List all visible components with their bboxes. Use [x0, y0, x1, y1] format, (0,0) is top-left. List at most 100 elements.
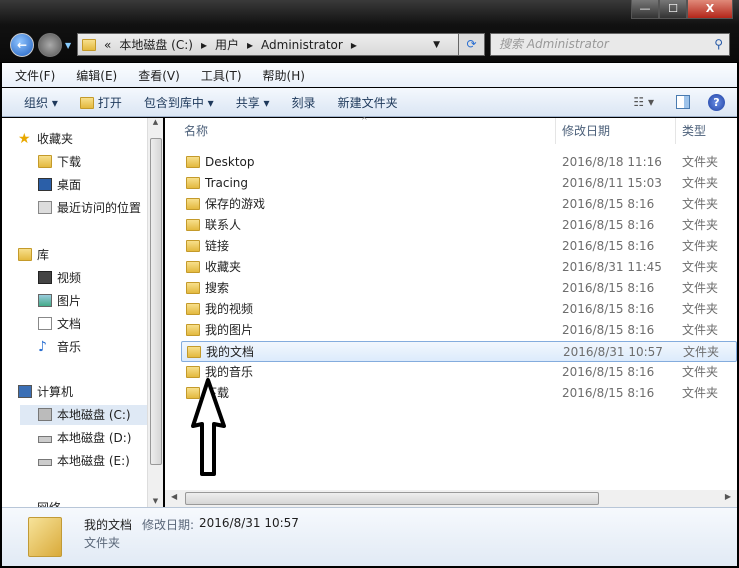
file-row[interactable]: 搜索 2016/8/15 8:16 文件夹: [181, 278, 737, 299]
scroll-up-icon[interactable]: ▲: [148, 118, 163, 126]
scroll-right-icon[interactable]: ▶: [725, 492, 731, 501]
column-divider[interactable]: [555, 118, 556, 144]
column-divider[interactable]: [675, 118, 676, 144]
file-row[interactable]: 下载 2016/8/15 8:16 文件夹: [181, 383, 737, 404]
maximize-button[interactable]: ☐: [659, 0, 687, 19]
nav-pictures[interactable]: 图片: [38, 291, 81, 311]
details-pane: 我的文档 修改日期: 2016/8/31 10:57 文件夹: [2, 507, 737, 566]
nav-downloads[interactable]: 下载: [38, 152, 81, 172]
file-type: 文件夹: [682, 176, 719, 190]
file-row[interactable]: 联系人 2016/8/15 8:16 文件夹: [181, 215, 737, 236]
nav-label: 计算机: [37, 385, 74, 399]
refresh-button[interactable]: ⟳: [458, 33, 485, 56]
horizontal-scrollbar[interactable]: ◀ ▶: [165, 490, 737, 507]
preview-pane-icon[interactable]: [676, 95, 690, 109]
column-type[interactable]: 类型: [682, 118, 706, 144]
forward-button[interactable]: [38, 33, 62, 57]
breadcrumb-c-drive[interactable]: 本地磁盘 (C:): [119, 36, 193, 53]
music-icon: ♪: [38, 339, 47, 355]
column-name[interactable]: 名称: [184, 118, 208, 144]
file-type: 文件夹: [682, 239, 719, 253]
folder-icon: [28, 517, 62, 557]
menu-view[interactable]: 查看(V): [138, 67, 180, 84]
breadcrumb-overflow[interactable]: «: [104, 38, 111, 52]
organize-button[interactable]: 组织 ▾: [24, 94, 58, 111]
nav-label: 桌面: [57, 178, 82, 192]
close-button[interactable]: X: [687, 0, 733, 19]
open-icon: [79, 97, 94, 109]
nav-recent[interactable]: 最近访问的位置: [38, 198, 141, 218]
back-button[interactable]: ←: [10, 33, 34, 57]
file-row[interactable]: 链接 2016/8/15 8:16 文件夹: [181, 236, 737, 257]
nav-favorites[interactable]: ★ 收藏夹: [18, 129, 74, 149]
history-dropdown-icon[interactable]: ▼: [65, 41, 71, 50]
address-bar[interactable]: « 本地磁盘 (C:) ▸ 用户 ▸ Administrator ▸ ▼: [77, 33, 485, 56]
file-type: 文件夹: [682, 281, 719, 295]
folder-icon: [186, 261, 200, 273]
share-button[interactable]: 共享 ▾: [236, 94, 270, 111]
nav-libraries[interactable]: 库: [18, 245, 49, 265]
file-row[interactable]: 收藏夹 2016/8/31 11:45 文件夹: [181, 257, 737, 278]
nav-scrollbar[interactable]: ▲ ▼: [147, 118, 163, 507]
file-row[interactable]: 保存的游戏 2016/8/15 8:16 文件夹: [181, 194, 737, 215]
nav-label: 文档: [57, 317, 82, 331]
file-date: 2016/8/15 8:16: [562, 281, 655, 295]
scroll-down-icon[interactable]: ▼: [148, 497, 163, 505]
drive-icon: [38, 436, 52, 443]
breadcrumb-administrator[interactable]: Administrator: [261, 38, 343, 52]
folder-icon: [187, 346, 201, 358]
nav-c-drive[interactable]: 本地磁盘 (C:): [20, 405, 149, 425]
chevron-right-icon[interactable]: ▸: [247, 38, 253, 52]
nav-e-drive[interactable]: 本地磁盘 (E:): [38, 451, 130, 471]
menu-help[interactable]: 帮助(H): [263, 67, 305, 84]
selected-name: 我的文档: [84, 518, 133, 532]
drive-icon: [38, 459, 52, 466]
scrollbar-thumb[interactable]: [150, 138, 162, 465]
address-dropdown-icon[interactable]: ▼: [433, 40, 440, 50]
file-type: 文件夹: [683, 345, 720, 359]
column-date[interactable]: 修改日期: [562, 118, 610, 144]
nav-label: 收藏夹: [37, 132, 74, 146]
scroll-left-icon[interactable]: ◀: [171, 492, 177, 501]
search-icon[interactable]: ⚲: [714, 34, 723, 55]
documents-icon: [38, 317, 52, 330]
folder-icon: [186, 240, 200, 252]
nav-documents[interactable]: 文档: [38, 314, 82, 334]
file-row[interactable]: 我的音乐 2016/8/15 8:16 文件夹: [181, 362, 737, 383]
scrollbar-thumb[interactable]: [185, 492, 599, 505]
search-input[interactable]: 搜索 Administrator ⚲: [490, 33, 730, 56]
file-row[interactable]: Tracing 2016/8/11 15:03 文件夹: [181, 173, 737, 194]
help-icon[interactable]: ?: [708, 93, 725, 111]
menu-edit[interactable]: 编辑(E): [76, 67, 117, 84]
file-row[interactable]: Desktop 2016/8/18 11:16 文件夹: [181, 152, 737, 173]
file-date: 2016/8/15 8:16: [562, 197, 655, 211]
open-button[interactable]: 打开: [79, 94, 122, 111]
nav-d-drive[interactable]: 本地磁盘 (D:): [38, 428, 132, 448]
file-row[interactable]: 我的图片 2016/8/15 8:16 文件夹: [181, 320, 737, 341]
nav-computer[interactable]: 计算机: [18, 382, 74, 402]
chevron-right-icon[interactable]: ▸: [201, 38, 207, 52]
include-in-library-button[interactable]: 包含到库中 ▾: [144, 94, 214, 111]
folder-icon: [186, 177, 200, 189]
nav-desktop[interactable]: 桌面: [38, 175, 82, 195]
file-date: 2016/8/15 8:16: [562, 302, 655, 316]
file-row[interactable]: 我的视频 2016/8/15 8:16 文件夹: [181, 299, 737, 320]
chevron-right-icon[interactable]: ▸: [351, 38, 357, 52]
menu-tools[interactable]: 工具(T): [201, 67, 242, 84]
nav-label: 视频: [57, 271, 82, 285]
nav-videos[interactable]: 视频: [38, 268, 82, 288]
burn-button[interactable]: 刻录: [292, 94, 316, 111]
folder-icon: [186, 366, 200, 378]
menu-file[interactable]: 文件(F): [15, 67, 55, 84]
nav-label: 本地磁盘 (D:): [57, 431, 132, 445]
file-name: 链接: [205, 239, 230, 253]
minimize-button[interactable]: —: [631, 0, 659, 19]
breadcrumb-users[interactable]: 用户: [215, 36, 239, 53]
view-options-icon[interactable]: ☷ ▾: [633, 95, 654, 109]
file-date: 2016/8/15 8:16: [562, 323, 655, 337]
file-row[interactable]: 我的文档 2016/8/31 10:57 文件夹: [181, 341, 737, 362]
file-date: 2016/8/31 11:45: [562, 260, 662, 274]
new-folder-button[interactable]: 新建文件夹: [338, 94, 398, 111]
nav-music[interactable]: ♪ 音乐: [38, 337, 81, 357]
nav-network[interactable]: 网络: [37, 496, 61, 507]
